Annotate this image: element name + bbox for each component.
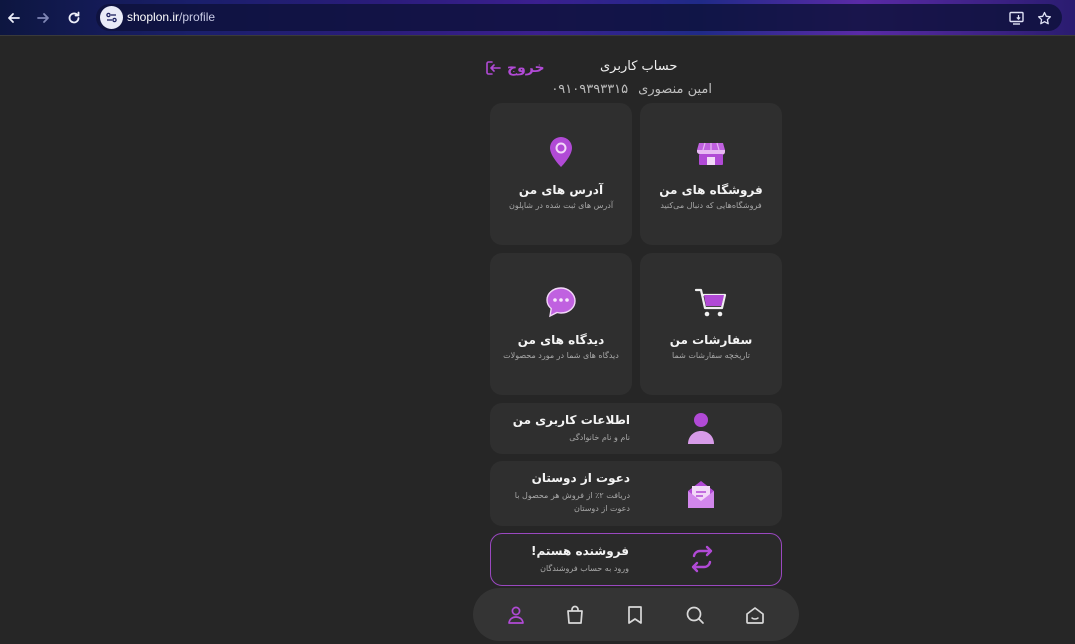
url-text[interactable]: shoplon.ir/profile — [127, 10, 215, 24]
bookmark-icon[interactable] — [623, 603, 647, 627]
user-name: امین منصوری — [638, 82, 712, 97]
tile-my-shops[interactable]: فروشگاه های من فروشگاه‌هایی که دنبال می‌… — [640, 103, 782, 245]
tile-my-orders[interactable]: سفارشات من تاریخچه سفارشات شما — [640, 253, 782, 395]
back-arrow-icon[interactable] — [2, 6, 26, 30]
row-invite-friends[interactable]: دعوت از دوستان دریافت ۲٪ از فروش هر محصو… — [490, 461, 782, 526]
tile-title: سفارشات من — [669, 333, 753, 347]
chat-bubble-icon — [546, 287, 576, 318]
bottom-navigation — [473, 588, 799, 641]
switch-arrows-icon — [691, 545, 713, 573]
tile-subtitle: دیدگاه های شما در مورد محصولات — [503, 351, 619, 360]
forward-arrow-icon[interactable] — [31, 6, 55, 30]
address-bar[interactable]: shoplon.ir/profile — [96, 4, 1062, 31]
tile-title: دیدگاه های من — [517, 333, 605, 347]
site-settings-icon[interactable] — [100, 6, 123, 29]
tile-my-comments[interactable]: دیدگاه های من دیدگاه های شما در مورد محص… — [490, 253, 632, 395]
envelope-icon — [688, 481, 714, 508]
row-seller-login[interactable]: فروشنده هستم! ورود به حساب فروشندگان — [490, 533, 782, 586]
row-subtitle-line1: دریافت ۲٪ از فروش هر محصول با — [514, 491, 630, 500]
tile-title: فروشگاه های من — [659, 183, 763, 197]
user-info: امین منصوری ۰۹۱۰۹۳۹۳۳۱۵ — [551, 82, 712, 97]
row-user-info[interactable]: اطلاعات کاربری من نام و نام خانوادگی — [490, 403, 782, 454]
tile-title: آدرس های من — [518, 183, 604, 197]
page-title: حساب کاربری — [600, 59, 678, 74]
shop-icon — [697, 142, 725, 165]
cart-icon — [694, 288, 727, 317]
location-pin-icon — [550, 137, 572, 167]
reload-icon[interactable] — [62, 6, 86, 30]
row-subtitle-line2: دعوت از دوستان — [573, 504, 630, 513]
install-app-icon[interactable] — [1006, 8, 1026, 28]
url-path: /profile — [179, 10, 216, 24]
row-title: فروشنده هستم! — [531, 544, 629, 558]
bookmark-star-icon[interactable] — [1034, 8, 1054, 28]
tile-subtitle: فروشگاه‌هایی که دنبال می‌کنید — [660, 201, 762, 210]
profile-icon[interactable] — [504, 603, 528, 627]
logout-button[interactable]: خروج — [483, 58, 545, 78]
url-host: shoplon.ir — [127, 10, 180, 24]
logout-label: خروج — [507, 60, 545, 76]
browser-toolbar: shoplon.ir/profile — [0, 0, 1075, 36]
bag-icon[interactable] — [563, 603, 587, 627]
user-phone: ۰۹۱۰۹۳۹۳۳۱۵ — [551, 82, 629, 97]
user-icon — [688, 413, 714, 444]
row-title: اطلاعات کاربری من — [512, 413, 630, 427]
tile-my-addresses[interactable]: آدرس های من آدرس های ثبت شده در شاپلون — [490, 103, 632, 245]
row-title: دعوت از دوستان — [531, 471, 630, 485]
tile-subtitle: آدرس های ثبت شده در شاپلون — [508, 201, 614, 210]
home-icon[interactable] — [743, 603, 767, 627]
row-subtitle: نام و نام خانوادگی — [569, 433, 630, 442]
logout-icon — [486, 61, 501, 75]
tile-subtitle: تاریخچه سفارشات شما — [672, 351, 750, 360]
search-icon[interactable] — [683, 603, 707, 627]
row-subtitle: ورود به حساب فروشندگان — [540, 564, 629, 573]
profile-header: خروج حساب کاربری امین منصوری ۰۹۱۰۹۳۹۳۳۱۵ — [480, 56, 720, 102]
